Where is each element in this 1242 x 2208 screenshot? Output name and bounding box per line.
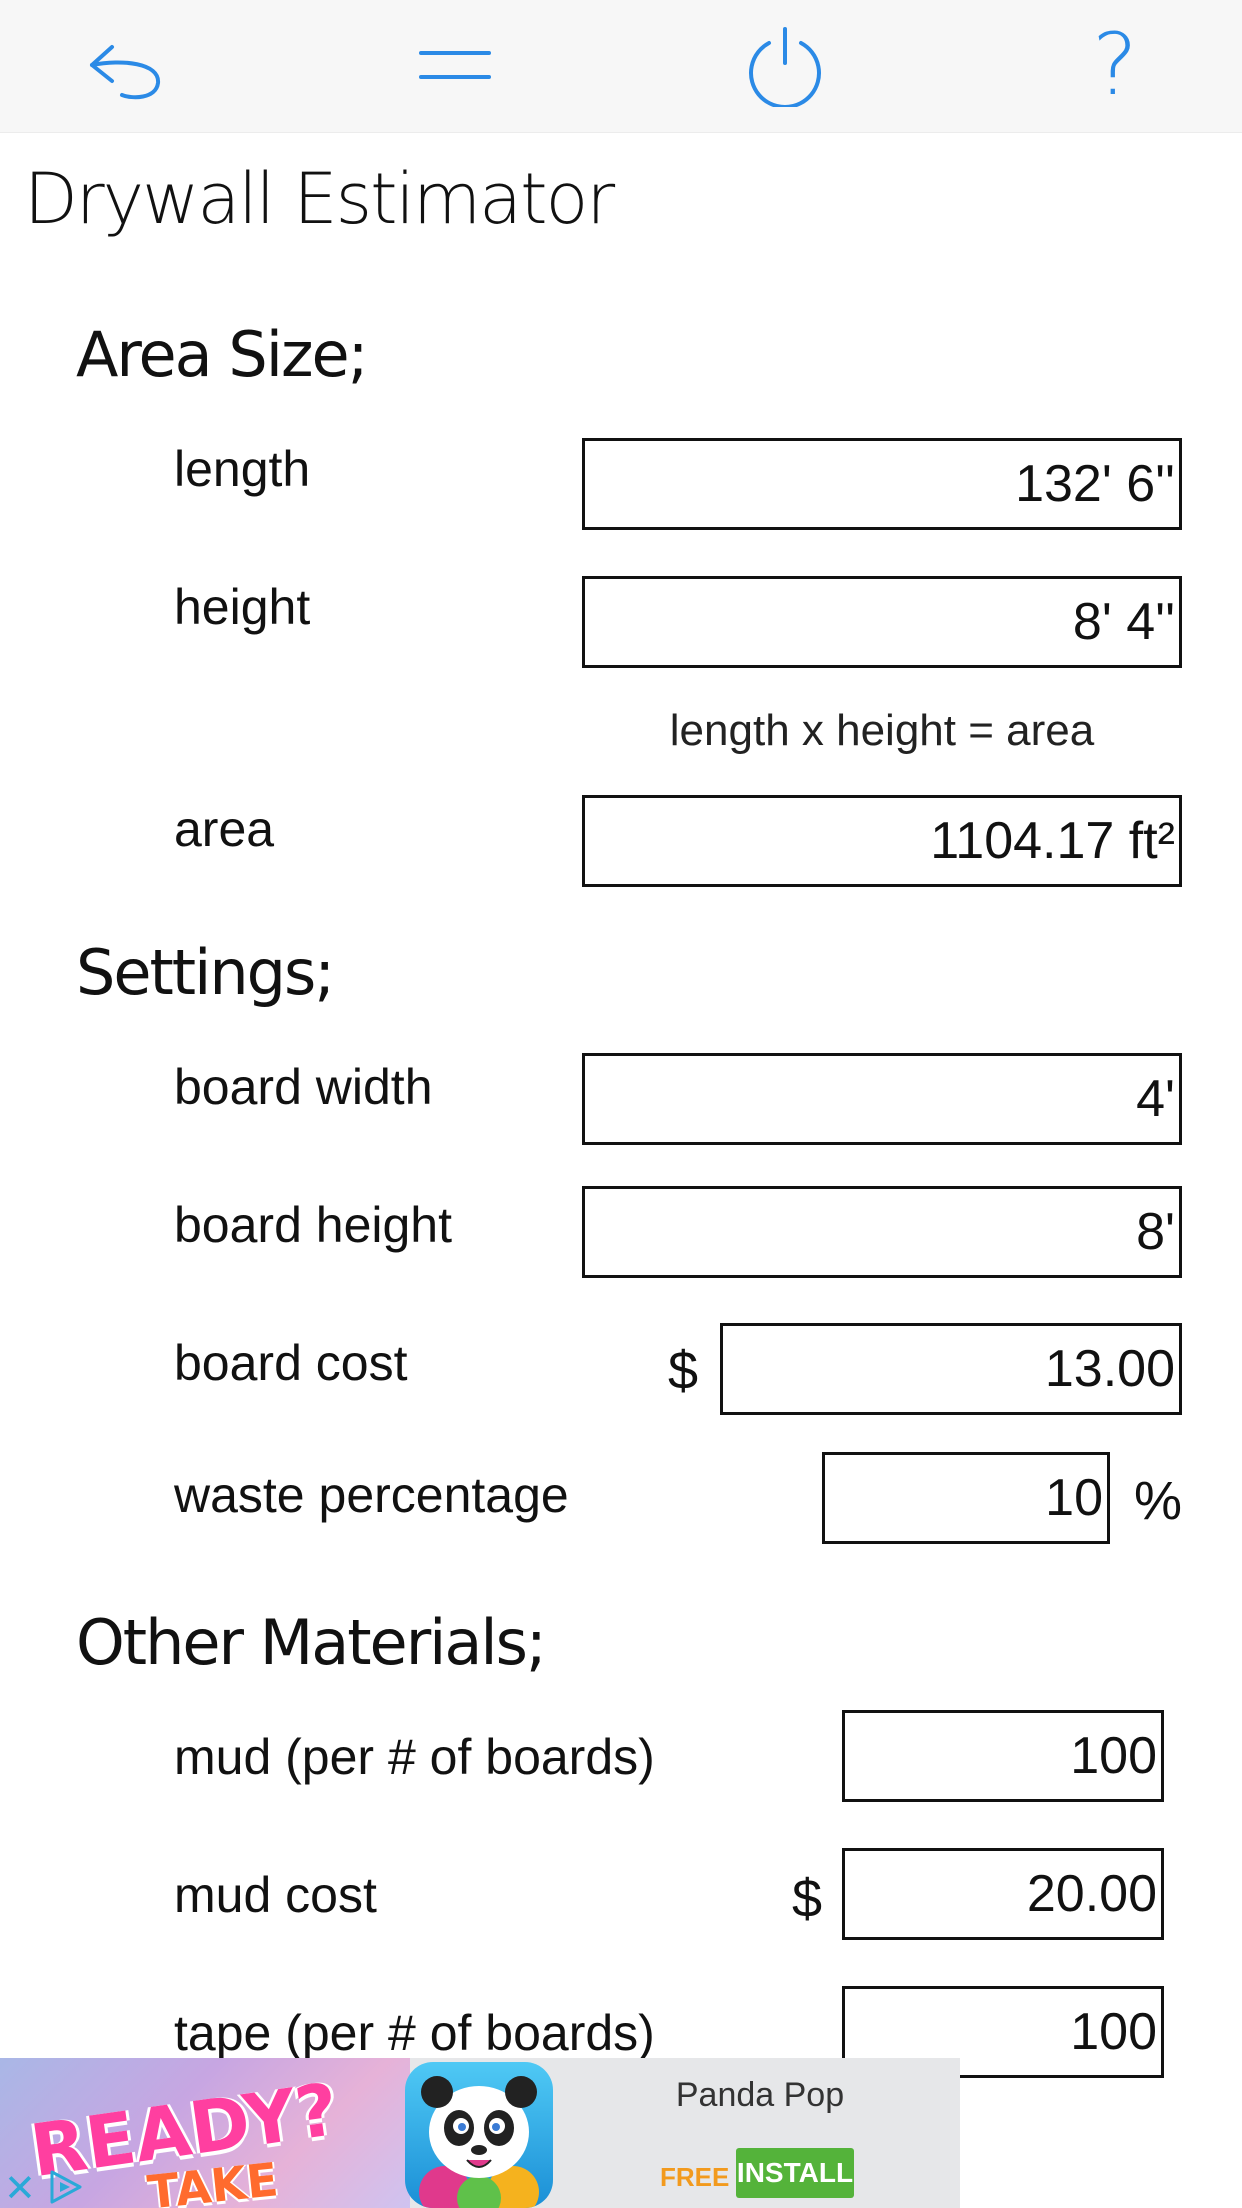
ad-install-button[interactable]: INSTALL — [736, 2148, 854, 2198]
mud-cost-label: mud cost — [174, 1867, 377, 1923]
undo-button[interactable] — [72, 10, 182, 120]
length-label: length — [174, 441, 311, 497]
height-input[interactable]: 8' 4'' — [582, 576, 1182, 668]
section-heading-area-size: Area Size; — [76, 318, 369, 391]
board-height-input[interactable]: 8' — [582, 1186, 1182, 1278]
menu-icon — [419, 51, 491, 79]
undo-arrow-icon — [90, 45, 160, 100]
ad-close-icon[interactable]: ✕ — [4, 2166, 36, 2208]
board-cost-label: board cost — [174, 1335, 408, 1391]
formula-note: length x height = area — [669, 706, 1095, 755]
tape-per-boards-label: tape (per # of boards) — [174, 2005, 655, 2061]
section-heading-other-materials: Other Materials; — [76, 1606, 547, 1679]
board-cost-currency: $ — [668, 1341, 699, 1401]
power-button[interactable] — [730, 10, 840, 120]
mud-cost-currency: $ — [792, 1869, 823, 1929]
help-icon: ? — [1092, 15, 1138, 115]
panda-app-icon — [405, 2062, 553, 2208]
section-heading-settings: Settings; — [76, 936, 335, 1009]
mud-cost-input[interactable]: 20.00 — [842, 1848, 1164, 1940]
ad-artwork: READY? TAKE AIM! ✕ — [0, 2058, 410, 2208]
top-toolbar: ? — [0, 0, 1242, 133]
board-width-label: board width — [174, 1059, 433, 1115]
ad-app-name: Panda Pop — [675, 2076, 845, 2114]
mud-per-boards-label: mud (per # of boards) — [174, 1729, 655, 1785]
waste-percentage-input[interactable]: 10 — [822, 1452, 1110, 1544]
menu-button[interactable] — [400, 10, 510, 120]
board-width-input[interactable]: 4' — [582, 1053, 1182, 1145]
percent-sign: % — [1134, 1471, 1183, 1531]
ad-choices-icon[interactable] — [46, 2168, 86, 2206]
area-label: area — [174, 801, 275, 857]
ad-price: FREE — [660, 2162, 730, 2192]
help-button[interactable]: ? — [1060, 10, 1170, 120]
length-input[interactable]: 132' 6'' — [582, 438, 1182, 530]
power-icon — [749, 27, 821, 107]
board-cost-input[interactable]: 13.00 — [720, 1323, 1182, 1415]
mud-per-boards-input[interactable]: 100 — [842, 1710, 1164, 1802]
ad-banner[interactable]: READY? TAKE AIM! ✕ Panda Pop FREE INSTAL… — [0, 2058, 960, 2208]
waste-percentage-label: waste percentage — [174, 1467, 569, 1523]
board-height-label: board height — [174, 1197, 453, 1253]
page-title: Drywall Estimator — [24, 158, 615, 240]
area-output: 1104.17 ft² — [582, 795, 1182, 887]
height-label: height — [174, 579, 311, 635]
